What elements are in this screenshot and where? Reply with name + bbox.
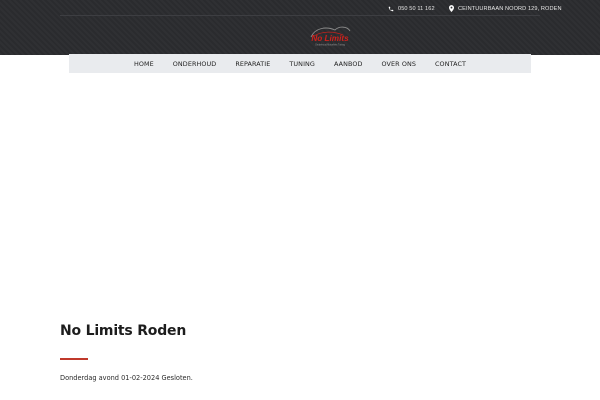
nav-aanbod[interactable]: AANBOD [325,60,373,68]
main-navigation: HOME ONDERHOUD REPARATIE TUNING AANBOD O… [69,54,531,73]
phone-number: 050 50 11 162 [398,5,435,12]
page-title: No Limits Roden [60,323,187,339]
title-accent-line [60,358,88,360]
nav-tuning[interactable]: TUNING [280,60,325,68]
site-logo[interactable]: No Limits Onderhoud Motorfiets Tuning [306,25,354,47]
nav-over-ons[interactable]: OVER ONS [372,60,425,68]
nav-onderhoud[interactable]: ONDERHOUD [163,60,226,68]
address-text: CEINTUURBAAN NOORD 129, RODEN [458,5,562,12]
header-divider [60,15,540,16]
logo-text: No Limits [311,34,349,43]
nav-contact[interactable]: CONTACT [426,60,476,68]
map-pin-icon [449,5,454,12]
phone-icon [388,6,394,11]
nav-home[interactable]: HOME [124,60,163,68]
header-address[interactable]: CEINTUURBAAN NOORD 129, RODEN [449,3,562,14]
top-header: 050 50 11 162 CEINTUURBAAN NOORD 129, RO… [0,0,600,55]
logo-tagline: Onderhoud Motorfiets Tuning [315,44,345,47]
nav-reparatie[interactable]: REPARATIE [226,60,280,68]
page-text: Donderdag avond 01-02-2024 Gesloten. [60,374,193,382]
header-phone[interactable]: 050 50 11 162 [388,3,435,14]
